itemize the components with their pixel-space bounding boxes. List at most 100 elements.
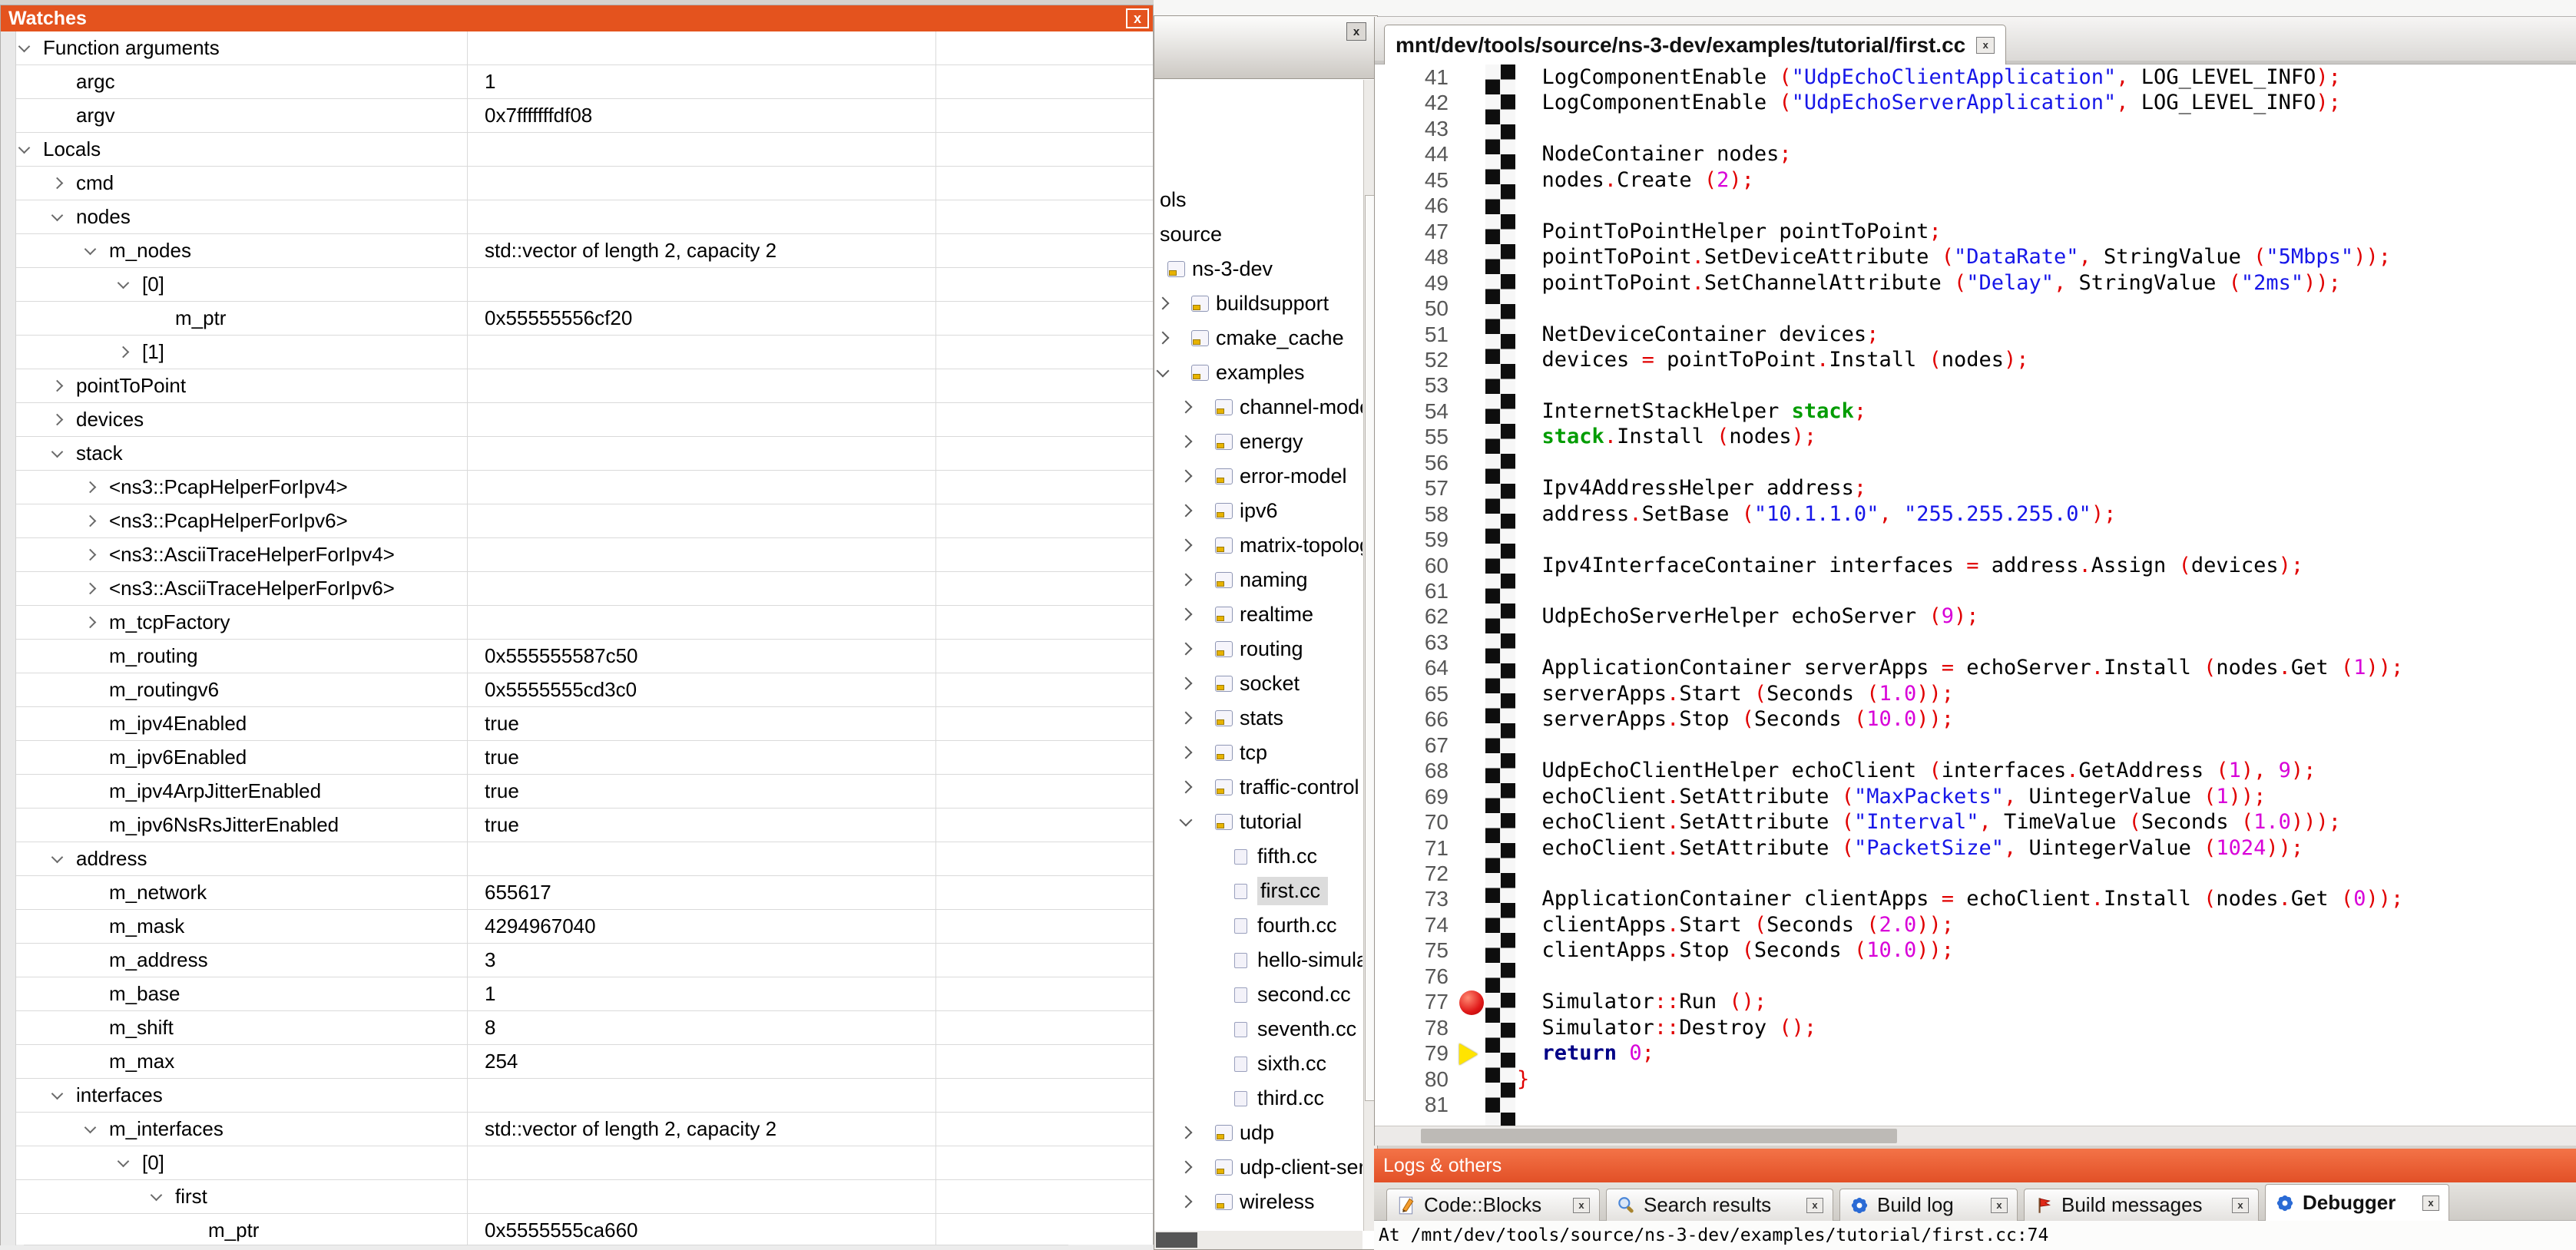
tree-item-realtime[interactable]: realtime	[1155, 597, 1362, 632]
editor-content[interactable]: LogComponentEnable ("UdpEchoClientApplic…	[1375, 64, 2576, 1126]
watch-row[interactable]: <ns3::AsciiTraceHelperForIpv4>	[16, 538, 1153, 572]
expand-arrow-icon[interactable]	[1180, 643, 1193, 656]
logs-tab-build-log[interactable]: Build logx	[1839, 1189, 2018, 1221]
watch-row[interactable]: m_address3	[16, 944, 1153, 977]
watch-row[interactable]: nodes	[16, 200, 1153, 234]
tree-item-examples[interactable]: examples	[1155, 355, 1362, 390]
tree-item-energy[interactable]: energy	[1155, 425, 1362, 459]
watch-row[interactable]: m_ipv6NsRsJitterEnabledtrue	[16, 809, 1153, 842]
logs-tab-build-messages[interactable]: Build messagesx	[2024, 1189, 2259, 1221]
logs-tab-close-icon[interactable]: x	[1806, 1198, 1823, 1213]
logs-tab-close-icon[interactable]: x	[1573, 1198, 1590, 1213]
tree-item-ipv6[interactable]: ipv6	[1155, 494, 1362, 528]
watch-row[interactable]: m_tcpFactory	[16, 606, 1153, 640]
watch-row[interactable]: stack	[16, 437, 1153, 471]
tree-item-seventh-cc[interactable]: seventh.cc	[1155, 1012, 1362, 1047]
expand-arrow-icon[interactable]	[1180, 608, 1193, 621]
watches-titlebar[interactable]: Watches x	[1, 5, 1153, 31]
tree-item-ols[interactable]: ols	[1155, 183, 1362, 217]
expand-arrow-icon[interactable]	[1180, 1126, 1193, 1139]
project-tree-horizontal-scrollbar-thumb[interactable]	[1156, 1232, 1197, 1248]
watch-row[interactable]: m_base1	[16, 977, 1153, 1011]
expand-arrow-icon[interactable]	[1180, 539, 1193, 552]
editor-horizontal-scrollbar-thumb[interactable]	[1421, 1129, 1897, 1143]
watch-row[interactable]: argc1	[16, 65, 1153, 99]
watch-row[interactable]: m_ipv4ArpJitterEnabledtrue	[16, 775, 1153, 809]
expand-arrow-icon[interactable]	[1180, 401, 1193, 414]
tree-item-second-cc[interactable]: second.cc	[1155, 977, 1362, 1012]
logs-titlebar[interactable]: Logs & others	[1374, 1149, 2576, 1182]
watch-row[interactable]: cmd	[16, 167, 1153, 200]
tree-item-third-cc[interactable]: third.cc	[1155, 1081, 1362, 1116]
watch-row[interactable]: [0]	[16, 1146, 1153, 1180]
watch-row[interactable]: [1]	[16, 336, 1153, 369]
project-tree-horizontal-scrollbar[interactable]	[1154, 1231, 1362, 1249]
watch-row[interactable]: Locals	[16, 133, 1153, 167]
expand-arrow-icon[interactable]	[1180, 746, 1193, 759]
tree-item-traffic-control[interactable]: traffic-control	[1155, 770, 1362, 805]
watch-row[interactable]: first	[16, 1180, 1153, 1214]
expand-arrow-icon[interactable]	[1180, 1195, 1193, 1209]
watch-row[interactable]: interfaces	[16, 1079, 1153, 1113]
tree-item-ns-3-dev[interactable]: ns-3-dev	[1155, 252, 1362, 286]
watch-row[interactable]: m_network655617	[16, 876, 1153, 910]
tree-item-fourth-cc[interactable]: fourth.cc	[1155, 908, 1362, 943]
tree-item-buildsupport[interactable]: buildsupport	[1155, 286, 1362, 321]
tree-item-udp[interactable]: udp	[1155, 1116, 1362, 1150]
watches-close-button[interactable]: x	[1126, 8, 1149, 28]
tree-item-tcp[interactable]: tcp	[1155, 736, 1362, 770]
watch-row[interactable]: pointToPoint	[16, 369, 1153, 403]
logs-tab-search-results[interactable]: Search resultsx	[1606, 1189, 1833, 1221]
watch-row[interactable]: address	[16, 842, 1153, 876]
watch-row[interactable]: m_ipv4Enabledtrue	[16, 707, 1153, 741]
collapse-arrow-icon[interactable]	[1157, 365, 1170, 378]
editor-tab-close-icon[interactable]: x	[1976, 37, 1995, 54]
tree-item-routing[interactable]: routing	[1155, 632, 1362, 666]
expand-arrow-icon[interactable]	[1180, 677, 1193, 690]
editor-horizontal-scrollbar[interactable]	[1375, 1126, 2576, 1146]
expand-arrow-icon[interactable]	[1180, 574, 1193, 587]
tree-item-hello-simulator-cc[interactable]: hello-simulator.cc	[1155, 943, 1362, 977]
project-tree-close-button[interactable]: x	[1346, 22, 1366, 41]
logs-tab-debugger[interactable]: Debuggerx	[2265, 1184, 2449, 1221]
watch-row[interactable]: m_routing0x555555587c50	[16, 640, 1153, 673]
tree-item-socket[interactable]: socket	[1155, 666, 1362, 701]
watch-row[interactable]: [0]	[16, 268, 1153, 302]
tree-item-wireless[interactable]: wireless	[1155, 1185, 1362, 1219]
tree-item-matrix-topology[interactable]: matrix-topology	[1155, 528, 1362, 563]
watch-row[interactable]: <ns3::PcapHelperForIpv4>	[16, 471, 1153, 504]
watch-row[interactable]: m_max254	[16, 1045, 1153, 1079]
watch-row[interactable]: m_nodesstd::vector of length 2, capacity…	[16, 234, 1153, 268]
fold-margin-checker[interactable]	[1485, 64, 1515, 1126]
watch-row[interactable]: m_ptr0x5555555ca660	[16, 1214, 1153, 1245]
expand-arrow-icon[interactable]	[1180, 470, 1193, 483]
tree-item-channel-models[interactable]: channel-models	[1155, 390, 1362, 425]
tree-item-source[interactable]: source	[1155, 217, 1362, 252]
expand-arrow-icon[interactable]	[1180, 712, 1193, 725]
expand-arrow-icon[interactable]	[1180, 1161, 1193, 1174]
expand-arrow-icon[interactable]	[1180, 504, 1193, 518]
expand-arrow-icon[interactable]	[1180, 781, 1193, 794]
logs-tab-close-icon[interactable]: x	[2232, 1198, 2249, 1213]
watch-row[interactable]: m_mask4294967040	[16, 910, 1153, 944]
logs-tab-close-icon[interactable]: x	[2422, 1195, 2439, 1211]
breakpoint-icon[interactable]	[1459, 990, 1484, 1015]
tree-item-error-model[interactable]: error-model	[1155, 459, 1362, 494]
watch-row[interactable]: m_interfacesstd::vector of length 2, cap…	[16, 1113, 1153, 1146]
breakpoint-margin[interactable]	[1458, 64, 1485, 1126]
watch-row[interactable]: argv0x7fffffffdf08	[16, 99, 1153, 133]
tree-item-naming[interactable]: naming	[1155, 563, 1362, 597]
project-tree-header[interactable]: x	[1154, 16, 1377, 79]
watch-row[interactable]: Function arguments	[16, 31, 1153, 65]
tree-item-fifth-cc[interactable]: fifth.cc	[1155, 839, 1362, 874]
watch-row[interactable]: m_routingv60x5555555cd3c0	[16, 673, 1153, 707]
logs-tab-close-icon[interactable]: x	[1991, 1198, 2008, 1213]
tree-item-first-cc[interactable]: first.cc	[1155, 874, 1362, 908]
watch-row[interactable]: m_ipv6Enabledtrue	[16, 741, 1153, 775]
watch-row[interactable]: <ns3::PcapHelperForIpv6>	[16, 504, 1153, 538]
tree-item-stats[interactable]: stats	[1155, 701, 1362, 736]
expand-arrow-icon[interactable]	[1157, 297, 1170, 310]
watch-row[interactable]: m_shift8	[16, 1011, 1153, 1045]
logs-tab-code-blocks[interactable]: Code::Blocksx	[1386, 1189, 1600, 1221]
tree-item-udp-client-server[interactable]: udp-client-server	[1155, 1150, 1362, 1185]
